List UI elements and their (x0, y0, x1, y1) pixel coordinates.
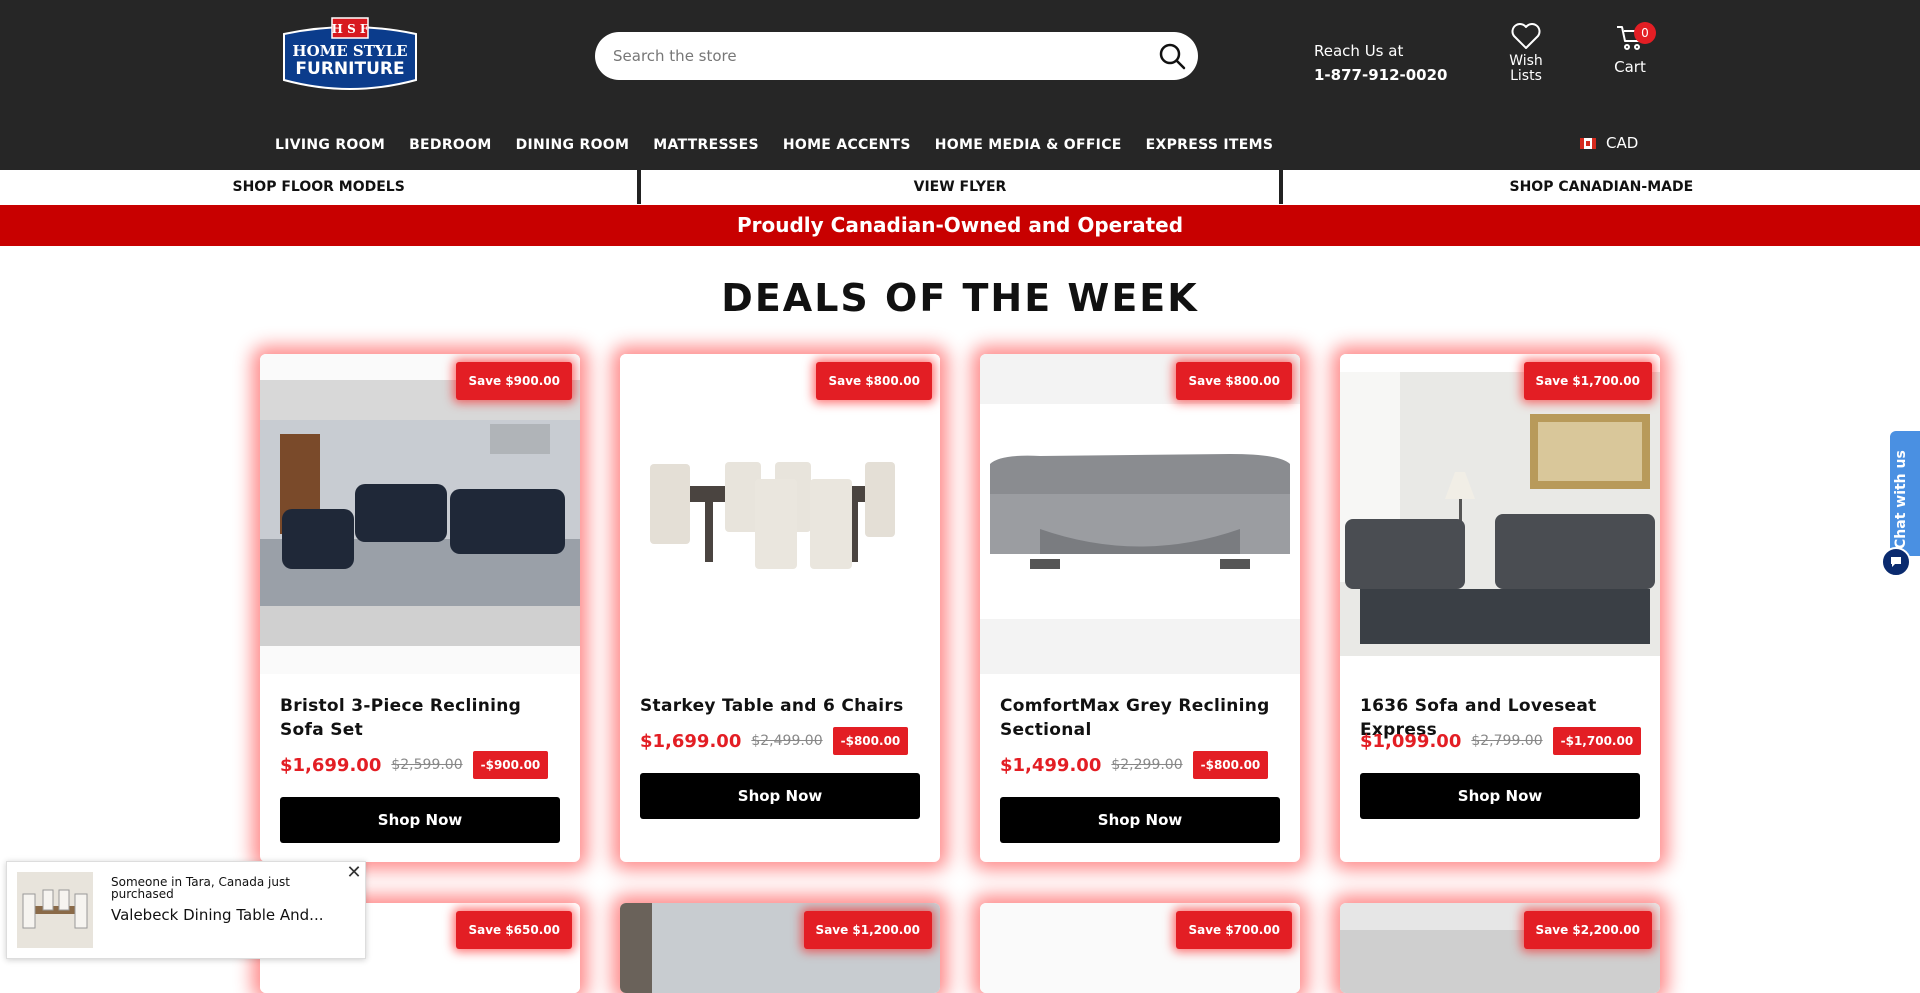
nav-living-room[interactable]: LIVING ROOM (275, 137, 385, 153)
wishlist-link[interactable]: Wish Lists (1505, 22, 1547, 84)
canada-flag-icon (1580, 137, 1596, 149)
home-style-furniture-logo[interactable]: H S F HOME STYLE FURNITURE (278, 14, 422, 98)
main-nav: LIVING ROOM BEDROOM DINING ROOM MATTRESS… (275, 137, 1273, 153)
product-image[interactable] (260, 354, 580, 674)
product-image[interactable] (620, 354, 940, 674)
cart-label: Cart (1614, 58, 1646, 76)
recent-purchase-popup[interactable]: Someone in Tara, Canada just purchased V… (6, 861, 366, 959)
nav-express-items[interactable]: EXPRESS ITEMS (1146, 137, 1274, 153)
price-row: $1,699.00 $2,499.00 -$800.00 (640, 727, 909, 755)
reach-label: Reach Us at (1314, 42, 1404, 60)
sale-price: $1,499.00 (1000, 754, 1102, 776)
sale-price: $1,099.00 (1360, 730, 1462, 752)
price-row: $1,699.00 $2,599.00 -$900.00 (280, 751, 549, 779)
cart-link[interactable]: 0 Cart (1608, 22, 1656, 76)
save-badge: Save $650.00 (456, 911, 572, 949)
discount-badge: -$800.00 (832, 727, 909, 755)
svg-text:H S F: H S F (332, 22, 369, 36)
shop-now-button[interactable]: Shop Now (1360, 773, 1640, 819)
original-price: $2,299.00 (1111, 757, 1183, 773)
currency-selector[interactable]: CAD (1580, 134, 1638, 152)
chat-button[interactable] (1881, 547, 1911, 577)
shop-canadian-made-link[interactable]: SHOP CANADIAN-MADE (1283, 170, 1920, 204)
search-input[interactable]: Search the store (613, 47, 737, 65)
nav-home-media-office[interactable]: HOME MEDIA & OFFICE (935, 137, 1122, 153)
svg-text:HOME STYLE: HOME STYLE (292, 42, 407, 60)
close-icon[interactable]: ✕ (345, 864, 363, 882)
view-flyer-link[interactable]: VIEW FLYER (641, 170, 1278, 204)
product-card[interactable]: Save $800.00 Starkey Table and 6 Chairs … (620, 354, 940, 862)
price-row: $1,499.00 $2,299.00 -$800.00 (1000, 751, 1269, 779)
phone-number[interactable]: 1-877-912-0020 (1314, 66, 1447, 84)
sale-price: $1,699.00 (280, 754, 382, 776)
shop-now-button[interactable]: Shop Now (640, 773, 920, 819)
product-card[interactable]: Save $800.00 ComfortMax Grey Reclining S… (980, 354, 1300, 862)
product-card[interactable]: Save $1,700.00 1636 Sofa and Loveseat Ex… (1340, 354, 1660, 862)
deals-title: DEALS OF THE WEEK (721, 276, 1199, 320)
save-badge: Save $800.00 (816, 362, 932, 400)
save-badge: Save $700.00 (1176, 911, 1292, 949)
contact-info: Reach Us at 1-877-912-0020 (1314, 42, 1447, 84)
chat-bubble-icon (1891, 557, 1901, 567)
search-bar[interactable]: Search the store (595, 32, 1198, 80)
save-badge: Save $1,700.00 (1523, 362, 1652, 400)
product-card[interactable]: Save $900.00 Bristol 3-Piece Reclining S… (260, 354, 580, 862)
product-image[interactable] (1340, 354, 1660, 674)
shop-now-button[interactable]: Shop Now (1000, 797, 1280, 843)
sale-price: $1,699.00 (640, 730, 742, 752)
product-name[interactable]: Starkey Table and 6 Chairs (640, 694, 925, 718)
shop-floor-models-link[interactable]: SHOP FLOOR MODELS (0, 170, 637, 204)
nav-mattresses[interactable]: MATTRESSES (653, 137, 759, 153)
heart-icon (1511, 23, 1541, 49)
original-price: $2,499.00 (751, 733, 823, 749)
shop-now-button[interactable]: Shop Now (280, 797, 560, 843)
chat-label: Chat with us (1893, 450, 1909, 549)
nav-bedroom[interactable]: BEDROOM (409, 137, 491, 153)
nav-dining-room[interactable]: DINING ROOM (516, 137, 630, 153)
wishlist-label-2: Lists (1510, 68, 1542, 84)
purchase-location: Someone in Tara, Canada just purchased (111, 875, 290, 901)
discount-badge: -$900.00 (472, 751, 549, 779)
original-price: $2,799.00 (1471, 733, 1543, 749)
original-price: $2,599.00 (391, 757, 463, 773)
product-name[interactable]: Bristol 3-Piece Reclining Sofa Set (280, 694, 565, 742)
cart-count-badge: 0 (1634, 22, 1656, 44)
discount-badge: -$800.00 (1192, 751, 1269, 779)
product-card[interactable]: Save $700.00 (980, 903, 1300, 993)
currency-label: CAD (1606, 134, 1639, 152)
purchase-thumbnail[interactable] (17, 872, 93, 948)
product-card[interactable]: Save $1,200.00 (620, 903, 940, 993)
purchase-product[interactable]: Valebeck Dining Table And... (111, 906, 323, 924)
search-icon[interactable] (1158, 42, 1186, 70)
save-badge: Save $1,200.00 (803, 911, 932, 949)
wishlist-label-1: Wish (1509, 53, 1543, 69)
chat-tab[interactable]: Chat with us (1890, 431, 1920, 556)
discount-badge: -$1,700.00 (1552, 727, 1642, 755)
save-badge: Save $2,200.00 (1523, 911, 1652, 949)
save-badge: Save $900.00 (456, 362, 572, 400)
price-row: $1,099.00 $2,799.00 -$1,700.00 (1360, 727, 1642, 755)
sub-nav: SHOP FLOOR MODELS VIEW FLYER SHOP CANADI… (0, 170, 1920, 204)
svg-text:FURNITURE: FURNITURE (295, 59, 404, 79)
product-name[interactable]: ComfortMax Grey Reclining Sectional (1000, 694, 1285, 742)
promo-banner: Proudly Canadian-Owned and Operated (0, 205, 1920, 246)
site-header: H S F HOME STYLE FURNITURE Search the st… (0, 0, 1920, 170)
product-image[interactable] (980, 354, 1300, 674)
save-badge: Save $800.00 (1176, 362, 1292, 400)
product-card[interactable]: Save $2,200.00 (1340, 903, 1660, 993)
nav-home-accents[interactable]: HOME ACCENTS (783, 137, 911, 153)
